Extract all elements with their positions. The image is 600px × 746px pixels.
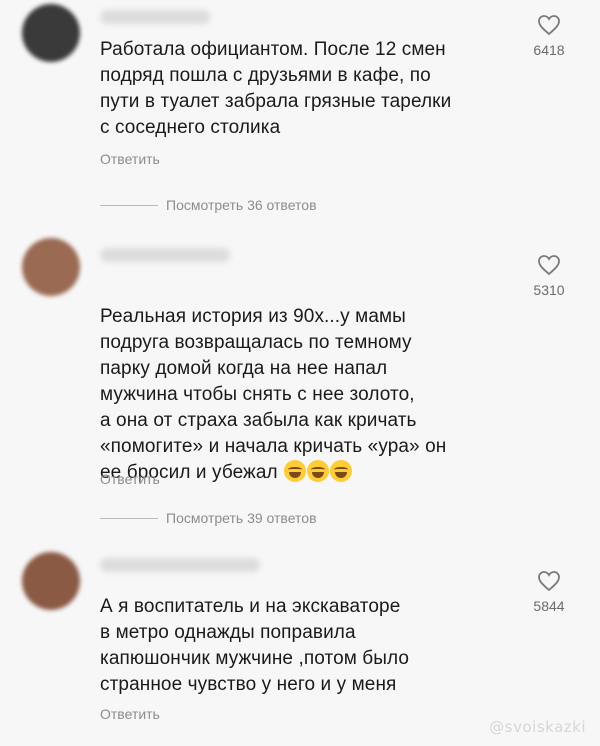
reply-button[interactable]: Ответить (100, 151, 160, 167)
reply-button[interactable]: Ответить (100, 706, 160, 722)
divider-line (100, 204, 158, 206)
like-count: 5310 (533, 282, 565, 298)
heart-outline-icon (538, 15, 560, 36)
avatar[interactable] (22, 552, 80, 610)
comment-text: А я воспитатель и на экскаваторе в метро… (100, 596, 410, 695)
comment-text: Работала официантом. После 12 смен подря… (100, 39, 452, 138)
view-replies-label: Посмотреть 39 ответов (166, 510, 317, 526)
like-button[interactable]: 6418 (524, 14, 574, 58)
heart-outline-icon (538, 255, 560, 276)
view-replies-button[interactable]: Посмотреть 36 ответов (100, 195, 317, 215)
like-count: 5844 (533, 598, 565, 614)
view-replies-button[interactable]: Посмотреть 39 ответов (100, 508, 317, 528)
divider-line (100, 517, 158, 519)
heart-outline-icon (538, 571, 560, 592)
like-button[interactable]: 5844 (524, 570, 574, 614)
comment-text: Реальная история из 90х...у мамы подруга… (100, 278, 510, 486)
laughing-emoji-group: ​ (278, 460, 353, 483)
laughing-tears-emoji-icon (306, 460, 329, 482)
like-button[interactable]: 5310 (524, 254, 574, 298)
avatar[interactable] (22, 238, 80, 296)
avatar[interactable] (22, 4, 80, 62)
username-blurred[interactable] (100, 10, 210, 24)
watermark: @svoiskazki (489, 718, 586, 736)
username-blurred[interactable] (100, 558, 260, 572)
laughing-tears-emoji-icon (283, 460, 306, 482)
like-count: 6418 (533, 42, 565, 58)
laughing-tears-emoji-icon (329, 460, 352, 482)
view-replies-label: Посмотреть 36 ответов (166, 197, 317, 213)
comment-text-body: Реальная история из 90х...у мамы подруга… (100, 306, 447, 483)
username-blurred[interactable] (100, 248, 230, 262)
reply-button[interactable]: Ответить (100, 471, 160, 487)
